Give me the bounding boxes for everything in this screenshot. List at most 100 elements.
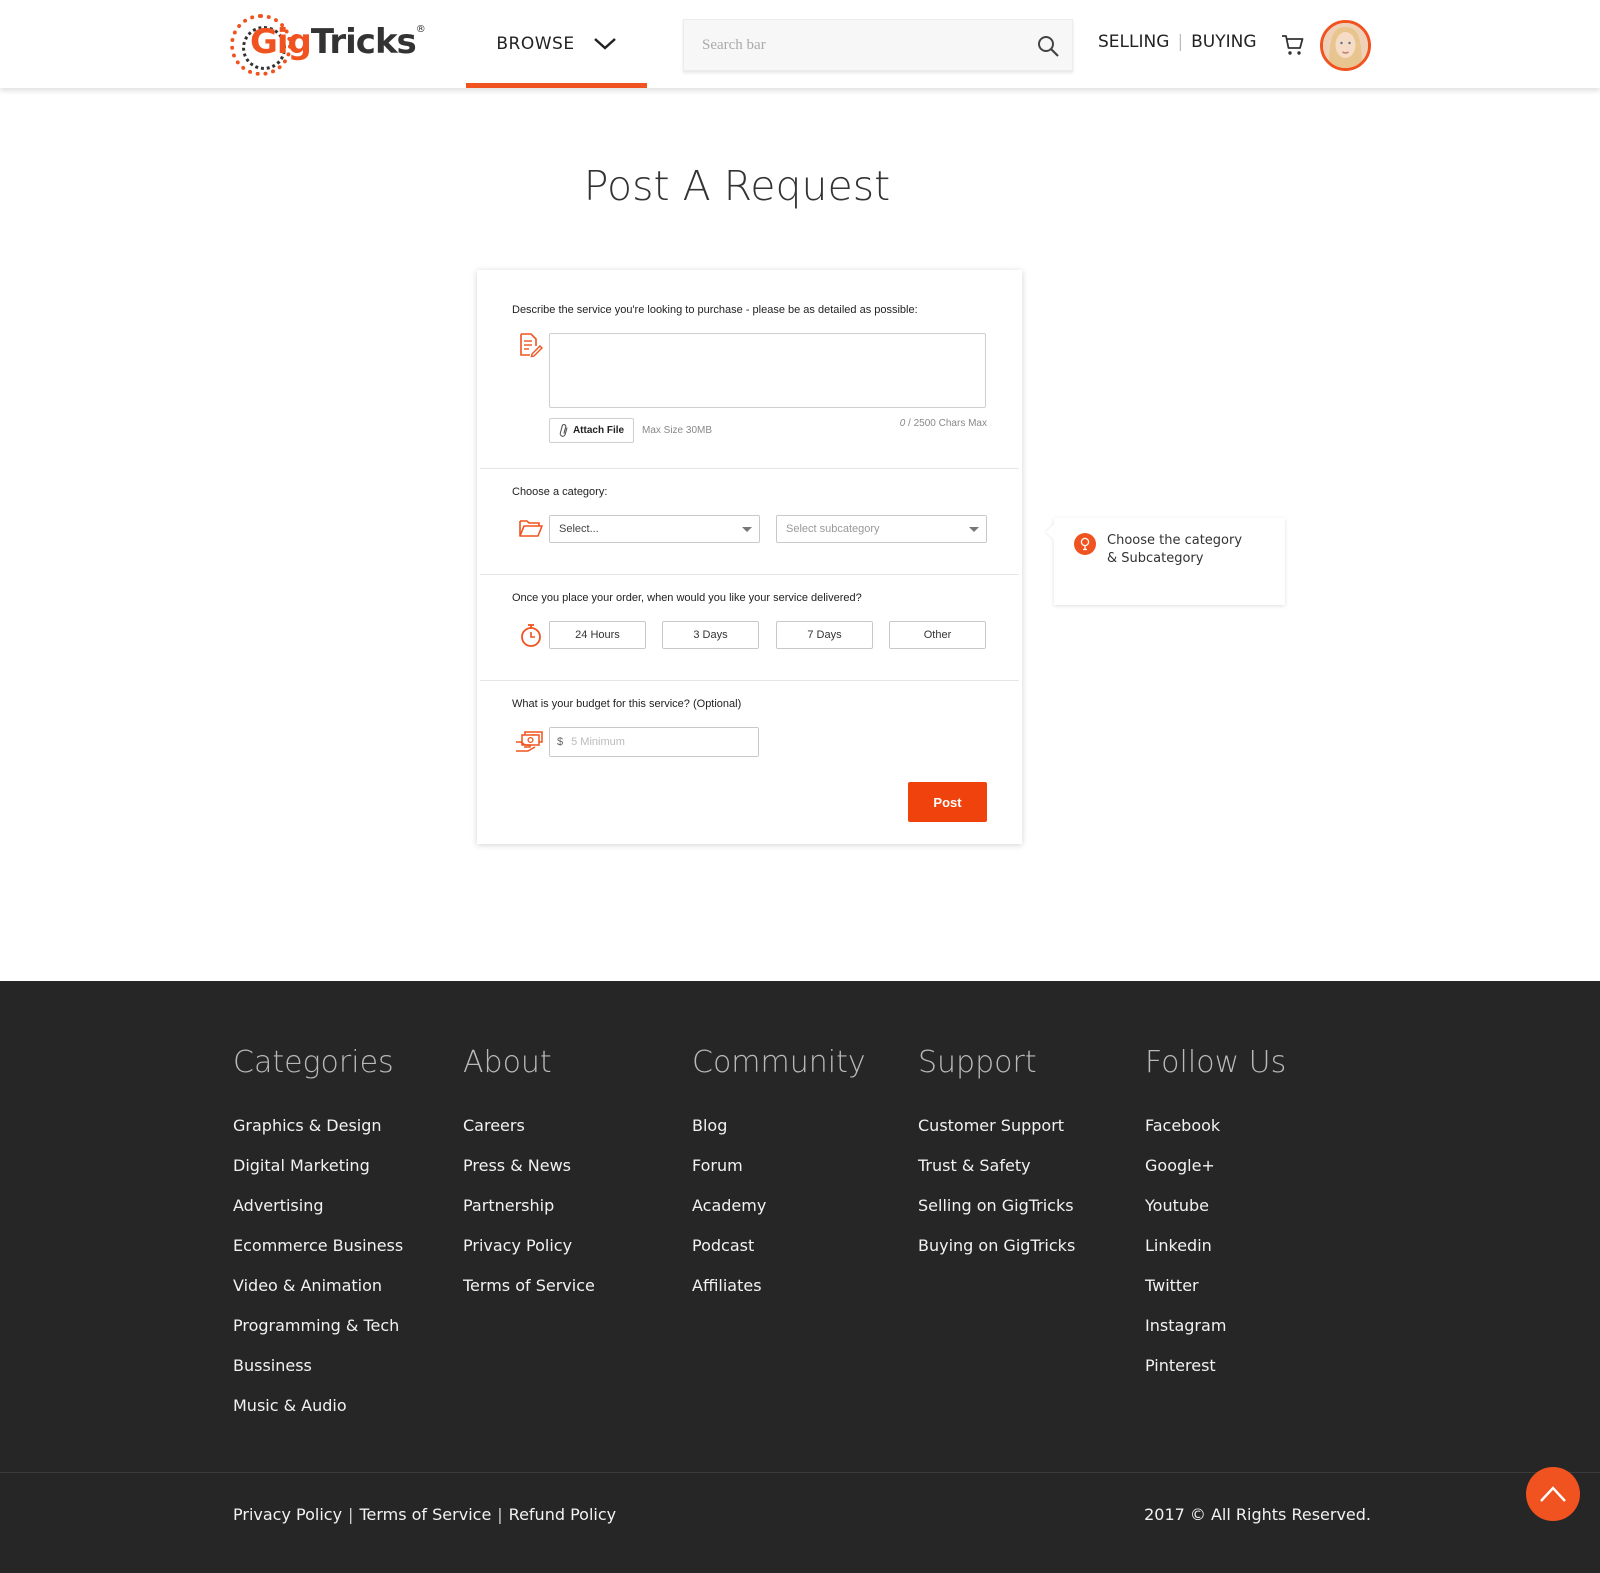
search-icon[interactable] [1036, 34, 1060, 58]
browse-menu[interactable]: BROWSE [466, 0, 647, 88]
footer-link[interactable]: Academy [692, 1186, 866, 1226]
stopwatch-icon [521, 624, 541, 647]
footer-link[interactable]: Affiliates [692, 1266, 866, 1306]
category-select-value: Select... [559, 523, 599, 535]
section-divider [480, 468, 1019, 469]
footer-heading: Follow Us [1145, 1045, 1287, 1080]
footer-divider [0, 1472, 1600, 1473]
footer-link[interactable]: Forum [692, 1146, 866, 1186]
registered-mark: ® [415, 24, 426, 35]
subcategory-select-value: Select subcategory [786, 523, 880, 535]
top-navbar: GigTricks® BROWSE SELLING | BUYING [0, 0, 1600, 88]
site-footer: Categories Graphics & Design Digital Mar… [0, 981, 1600, 1573]
footer-link[interactable]: Customer Support [918, 1106, 1075, 1146]
category-label: Choose a category: [512, 486, 608, 498]
footer-link[interactable]: Selling on GigTricks [918, 1186, 1075, 1226]
footer-column-support: Support Customer Support Trust & Safety … [918, 1045, 1075, 1266]
footer-link[interactable]: Instagram [1145, 1306, 1286, 1346]
delivery-option-3-days[interactable]: 3 Days [662, 621, 759, 649]
footer-column-categories: Categories Graphics & Design Digital Mar… [233, 1045, 403, 1426]
footer-link[interactable]: Press & News [463, 1146, 595, 1186]
footer-link[interactable]: Youtube [1145, 1186, 1286, 1226]
chevron-up-icon [1540, 1486, 1566, 1502]
footer-link[interactable]: Facebook [1145, 1106, 1286, 1146]
logo-gig-text: Gig [250, 22, 312, 62]
gigtricks-logo[interactable]: GigTricks® [230, 14, 426, 76]
footer-link[interactable]: Digital Marketing [233, 1146, 403, 1186]
post-button[interactable]: Post [908, 782, 987, 822]
paperclip-icon [559, 423, 568, 437]
currency-symbol: $ [557, 736, 564, 748]
tip-text: Choose the category & Subcategory [1107, 532, 1277, 568]
delivery-option-24-hours[interactable]: 24 Hours [549, 621, 646, 649]
mode-switch: SELLING | BUYING [1098, 32, 1257, 52]
char-max: / 2500 Chars Max [905, 418, 987, 429]
section-divider [480, 574, 1019, 575]
request-form-card: Describe the service you're looking to p… [477, 270, 1022, 844]
delivery-option-other[interactable]: Other [889, 621, 986, 649]
budget-input[interactable] [571, 736, 742, 748]
footer-link[interactable]: Google+ [1145, 1146, 1286, 1186]
legal-separator: | [497, 1505, 503, 1524]
browse-active-indicator [466, 83, 647, 88]
delivery-label: Once you place your order, when would yo… [512, 592, 862, 604]
page-title: Post A Request [583, 162, 891, 210]
buying-link[interactable]: BUYING [1191, 32, 1256, 52]
footer-heading: Community [692, 1045, 866, 1080]
category-select[interactable]: Select... [549, 515, 760, 543]
footer-link[interactable]: Twitter [1145, 1266, 1286, 1306]
logo-tricks-text: Tricks [310, 22, 417, 62]
max-size-note: Max Size 30MB [642, 425, 713, 436]
budget-label: What is your budget for this service? (O… [512, 698, 742, 710]
delivery-option-7-days[interactable]: 7 Days [776, 621, 873, 649]
dropdown-caret-icon [969, 527, 979, 532]
dropdown-caret-icon [742, 527, 752, 532]
search-box [683, 19, 1073, 71]
document-edit-icon [520, 333, 543, 358]
footer-link[interactable]: Careers [463, 1106, 595, 1146]
mode-separator: | [1177, 32, 1184, 52]
footer-link[interactable]: Video & Animation [233, 1266, 403, 1306]
footer-link[interactable]: Blog [692, 1106, 866, 1146]
subcategory-select[interactable]: Select subcategory [776, 515, 987, 543]
footer-link[interactable]: Programming & Tech [233, 1306, 403, 1346]
copyright-text: 2017 © All Rights Reserved. [1144, 1505, 1371, 1524]
footer-link[interactable]: Bussiness [233, 1346, 403, 1386]
footer-link[interactable]: Advertising [233, 1186, 403, 1226]
legal-links: Privacy Policy | Terms of Service | Refu… [233, 1505, 616, 1524]
footer-link[interactable]: Trust & Safety [918, 1146, 1075, 1186]
lightbulb-icon [1074, 533, 1096, 555]
tip-line-1: Choose the category [1107, 533, 1243, 548]
footer-link[interactable]: Podcast [692, 1226, 866, 1266]
scroll-to-top-button[interactable] [1526, 1467, 1580, 1521]
footer-heading: Support [918, 1045, 1037, 1080]
footer-link[interactable]: Terms of Service [463, 1266, 595, 1306]
footer-link[interactable]: Linkedin [1145, 1226, 1286, 1266]
footer-heading: Categories [233, 1045, 394, 1080]
footer-link[interactable]: Buying on GigTricks [918, 1226, 1075, 1266]
cart-icon[interactable] [1281, 33, 1305, 57]
privacy-policy-link[interactable]: Privacy Policy [233, 1505, 342, 1524]
attach-file-button[interactable]: Attach File [549, 418, 634, 443]
section-divider [480, 680, 1019, 681]
tip-line-2: & Subcategory [1107, 551, 1204, 566]
refund-policy-link[interactable]: Refund Policy [509, 1505, 616, 1524]
search-input[interactable] [702, 20, 1022, 70]
footer-link[interactable]: Ecommerce Business [233, 1226, 403, 1266]
selling-link[interactable]: SELLING [1098, 32, 1169, 52]
browse-label: BROWSE [496, 34, 575, 54]
footer-link[interactable]: Pinterest [1145, 1346, 1286, 1386]
footer-link[interactable]: Partnership [463, 1186, 595, 1226]
footer-link[interactable]: Privacy Policy [463, 1226, 595, 1266]
footer-link[interactable]: Music & Audio [233, 1386, 403, 1426]
footer-link[interactable]: Graphics & Design [233, 1106, 403, 1146]
terms-of-service-link[interactable]: Terms of Service [359, 1505, 491, 1524]
describe-label: Describe the service you're looking to p… [512, 304, 918, 316]
user-avatar[interactable] [1320, 20, 1371, 71]
attach-file-label: Attach File [572, 425, 625, 436]
char-counter: 0 / 2500 Chars Max [857, 418, 987, 429]
legal-separator: | [348, 1505, 354, 1524]
footer-column-about: About Careers Press & News Partnership P… [463, 1045, 595, 1306]
folder-icon [519, 520, 543, 537]
description-textarea[interactable] [549, 333, 986, 408]
